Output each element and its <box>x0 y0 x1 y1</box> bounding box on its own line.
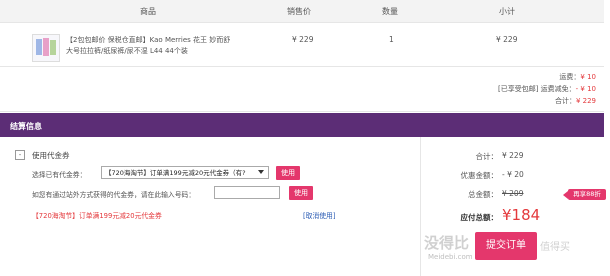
totals-subtotal-value: ¥ 229 <box>502 151 524 160</box>
shipping-line: 运费：¥ 10 <box>559 72 596 82</box>
payable-label: 应付总额： <box>460 213 499 222</box>
totals-gross-value: ¥ 209 <box>502 189 524 198</box>
watermark-right-text: 值得买 <box>540 242 570 253</box>
col-sale-price: 销售价 <box>287 7 311 16</box>
cancel-voucher-link[interactable]: [取消使用] <box>303 210 336 220</box>
settle-header-bar <box>0 113 604 137</box>
watermark-text: 没得比 <box>424 234 470 252</box>
product-quantity: 1 <box>389 35 394 44</box>
summary-total-value: ¥ 229 <box>575 97 596 105</box>
shipping-label: 运费： <box>559 73 581 81</box>
submit-order-button[interactable]: 提交订单 <box>475 232 537 260</box>
totals-subtotal-label: 合计： <box>475 152 499 161</box>
payable-value: ¥184 <box>502 206 541 224</box>
voucher-select[interactable]: 【720海淘节】订单满199元减20元代金券（有? <box>101 166 269 179</box>
use-voucher-button[interactable]: 使用 <box>276 166 300 180</box>
use-voucher-label: 使用代金券 <box>32 151 70 160</box>
shipping-value: ¥ 10 <box>580 73 596 81</box>
col-quantity: 数量 <box>382 7 398 16</box>
col-product: 商品 <box>140 7 156 16</box>
use-code-button[interactable]: 使用 <box>289 186 313 200</box>
totals-discount-value: - ¥ 20 <box>502 170 524 179</box>
product-price: ¥ 229 <box>292 35 314 44</box>
use-voucher-toggle[interactable]: - <box>15 150 25 160</box>
product-name[interactable]: 【2包包邮价 保税仓直邮】Kao Merries 花王 妙而舒 大号拉拉裤/纸尿… <box>66 35 234 57</box>
shipping-discount-line: [已享受包邮] 运费减免：- ¥ 10 <box>498 84 596 94</box>
totals-discount-label: 优惠金额： <box>460 171 499 180</box>
col-subtotal: 小计 <box>499 7 515 16</box>
summary-total-label: 合计： <box>554 97 576 105</box>
product-subtotal: ¥ 229 <box>496 35 518 44</box>
applied-voucher-text: 【720海淘节】订单满199元减20元代金券 <box>32 212 162 220</box>
chevron-down-icon[interactable] <box>258 170 264 174</box>
totals-gross-label: 总金额： <box>468 190 498 199</box>
shipping-discount-value: - ¥ 10 <box>575 85 596 93</box>
shipping-discount-label: [已享受包邮] 运费减免： <box>497 85 576 93</box>
watermark-subtext: Meidebi.com <box>428 253 473 261</box>
product-thumbnail[interactable] <box>32 34 60 62</box>
summary-total-line: 合计：¥ 229 <box>555 96 596 106</box>
voucher-code-prompt: 如您有通过站外方式获得的代金券，请在此输入号码： <box>32 191 196 199</box>
voucher-code-input[interactable] <box>214 186 280 199</box>
choose-voucher-label: 选择已有代金券： <box>32 171 87 179</box>
settle-title: 结算信息 <box>10 122 42 131</box>
discount-badge: 再享88折 <box>568 189 606 200</box>
